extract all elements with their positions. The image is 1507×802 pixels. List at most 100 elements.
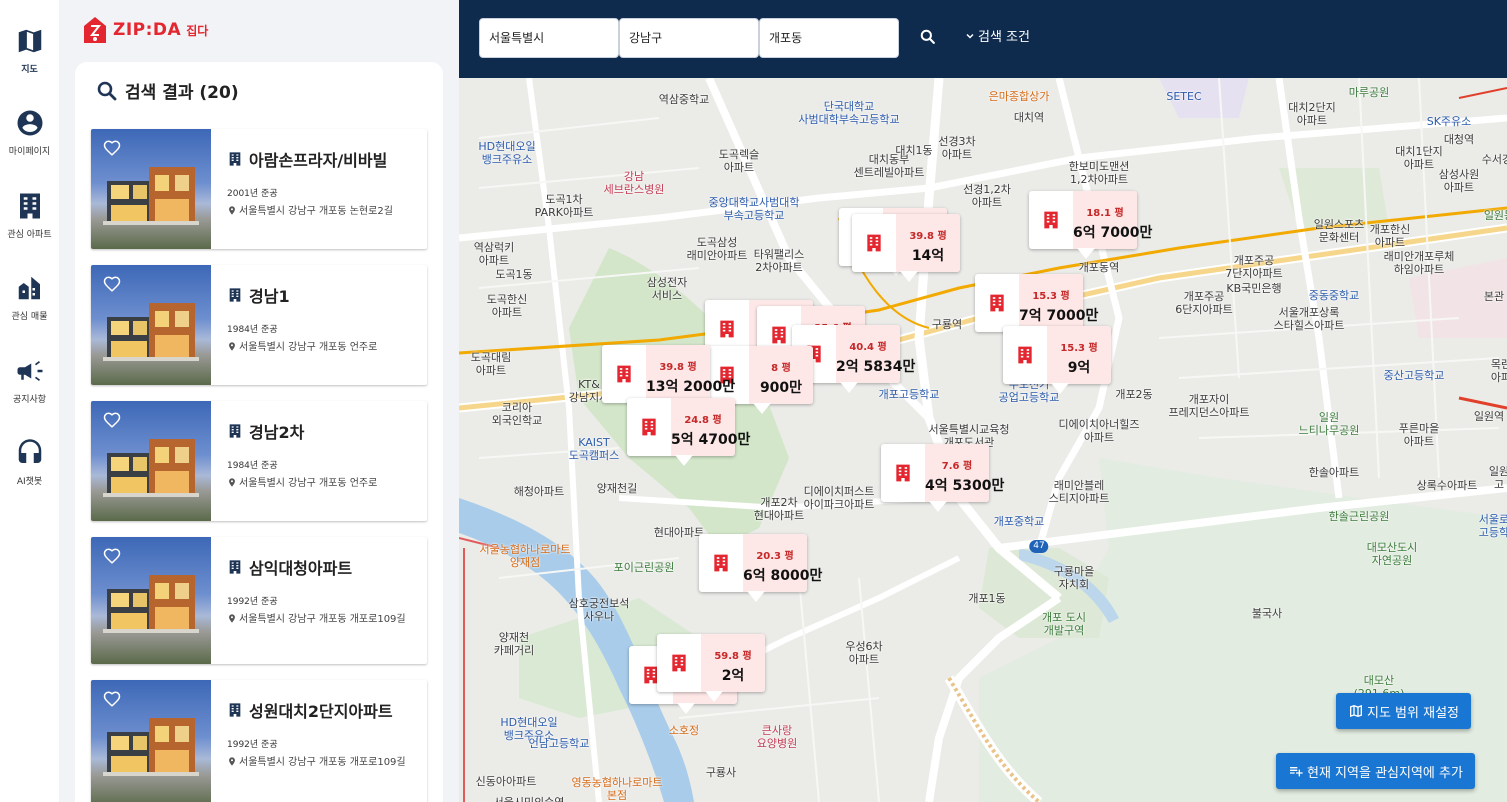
map-place-label[interactable]: 도곡1동 <box>495 268 532 281</box>
map-place-label[interactable]: 서울로봇 고등학교 <box>1479 513 1507 539</box>
nav-interest-apartments[interactable]: 관심 아파트 <box>0 191 59 240</box>
price-marker[interactable]: 15.3 평 7억 7000만 <box>975 274 1098 342</box>
map-place-label[interactable]: 목련 아파 <box>1491 358 1507 384</box>
heart-icon[interactable] <box>103 547 121 565</box>
add-interest-area-button[interactable]: 현재 지역을 관심지역에 추가 <box>1276 753 1475 789</box>
heart-icon[interactable] <box>103 275 121 293</box>
nav-interest-listings[interactable]: 관심 매물 <box>0 273 59 322</box>
map-place-label[interactable]: 대치2단지 아파트 <box>1288 101 1335 127</box>
map-place-label[interactable]: 개포고등학교 <box>879 388 940 401</box>
map-place-label[interactable]: 구룡마을 자치회 <box>1054 565 1094 591</box>
search-button[interactable] <box>918 27 938 47</box>
nav-map[interactable]: 지도 <box>0 26 59 75</box>
map-place-label[interactable]: 선경3차 아파트 <box>938 135 975 161</box>
map-place-label[interactable]: 한보미도맨션 1,2차아파트 <box>1069 160 1130 186</box>
map-place-label[interactable]: 개포자이 프레지던스아파트 <box>1169 393 1250 419</box>
map-place-label[interactable]: 개포한신 아파트 <box>1370 223 1410 249</box>
district-select[interactable]: 강남구 <box>619 18 759 58</box>
logo[interactable]: ZIP:DA 집다 <box>83 16 208 44</box>
map-place-label[interactable]: 선경1,2차 아파트 <box>963 183 1011 209</box>
list-item[interactable]: 경남1 1984년 준공 서울특별시 강남구 개포동 언주로 <box>91 265 427 385</box>
map-place-label[interactable]: 강남 세브란스병원 <box>604 170 665 196</box>
map-place-label[interactable]: 한솔아파트 <box>1309 466 1360 479</box>
price-marker[interactable]: 59.8 평 2억 <box>657 634 765 702</box>
map-place-label[interactable]: 대치1단지 아파트 <box>1395 145 1442 171</box>
map-place-label[interactable]: 개포1동 <box>968 592 1005 605</box>
map-place-label[interactable]: 구룡사 <box>706 766 736 779</box>
map-place-label[interactable]: 개포주공 6단지아파트 <box>1175 290 1233 316</box>
nav-notice[interactable]: 공지사항 <box>0 356 59 405</box>
price-marker[interactable]: 18.1 평 6억 7000만 <box>1029 191 1152 259</box>
price-marker[interactable]: 39.8 평 13억 2000만 <box>602 345 735 413</box>
map-place-label[interactable]: 대모산도시 자연공원 <box>1367 541 1418 567</box>
map-place-label[interactable]: 대치역 <box>1014 111 1044 124</box>
map-place-label[interactable]: 역삼럭키 아파트 <box>474 241 514 267</box>
heart-icon[interactable] <box>103 411 121 429</box>
list-item[interactable]: 경남2차 1984년 준공 서울특별시 강남구 개포동 언주로 <box>91 401 427 521</box>
map-place-label[interactable]: 일원역 <box>1474 410 1504 423</box>
map-place-label[interactable]: 개포 도시 개발구역 <box>1042 611 1086 637</box>
list-item[interactable]: 삼익대청아파트 1992년 준공 서울특별시 강남구 개포동 개포로109길 <box>91 537 427 664</box>
map-place-label[interactable]: 우성6차 아파트 <box>845 640 882 666</box>
nav-mypage[interactable]: 마이페이지 <box>0 108 59 157</box>
map-place-label[interactable]: 도곡1차 PARK아파트 <box>535 193 594 219</box>
map-place-label[interactable]: 양재천길 <box>597 482 637 495</box>
map-place-label[interactable]: 일원 느티나무공원 <box>1299 411 1360 437</box>
map-place-label[interactable]: 은마종합상가 <box>989 90 1050 103</box>
map-place-label[interactable]: 대치1동 <box>895 144 932 157</box>
dong-select[interactable]: 개포동 <box>759 18 899 58</box>
map-place-label[interactable]: 영동농협하나로마트 본점 <box>571 776 662 802</box>
map-place-label[interactable]: SETEC <box>1166 90 1201 103</box>
map[interactable]: 역삼중학교단국대학교 사범대학부속고등학교 은마종합상가대치역 SETEC 대치2단지… <box>459 78 1507 802</box>
map-place-label[interactable]: 도곡렉슬 아파트 <box>719 148 759 174</box>
map-place-label[interactable]: 대청역 <box>1444 133 1474 146</box>
map-place-label[interactable]: 마루공원 <box>1349 86 1389 99</box>
map-place-label[interactable]: 디에이치퍼스트 아이파크아파트 <box>804 485 875 511</box>
map-place-label[interactable]: 삼성사원 아파트 <box>1439 168 1479 194</box>
map-place-label[interactable]: 단국대학교 사범대학부속고등학교 <box>798 100 899 126</box>
map-place-label[interactable]: 현대아파트 <box>654 526 705 539</box>
map-place-label[interactable]: 개포2동 <box>1115 388 1152 401</box>
reset-map-range-button[interactable]: 지도 범위 재설정 <box>1336 693 1471 729</box>
map-place-label[interactable]: 수서경찰서 <box>1482 153 1507 166</box>
map-place-label[interactable]: 포이근린공원 <box>614 561 675 574</box>
map-place-label[interactable]: 47 <box>1029 540 1049 553</box>
price-marker[interactable]: 15.3 평 9억 <box>1003 326 1111 394</box>
heart-icon[interactable] <box>103 690 121 708</box>
city-select[interactable]: 서울특별시 <box>479 18 619 58</box>
price-marker[interactable]: 20.3 평 6억 8000만 <box>699 534 822 602</box>
map-place-label[interactable]: KAIST 도곡캠퍼스 <box>569 436 620 462</box>
map-place-label[interactable]: 중동중학교 <box>1309 289 1360 302</box>
map-place-label[interactable]: 푸른마을 아파트 <box>1399 422 1439 448</box>
map-place-label[interactable]: 일원 고 <box>1489 465 1507 491</box>
map-place-label[interactable]: 개포동역 <box>1079 261 1119 274</box>
map-place-label[interactable]: 삼호궁전보석 사우나 <box>569 597 630 623</box>
map-place-label[interactable]: 일원스포츠 문화센터 <box>1314 218 1365 244</box>
map-place-label[interactable]: 서울농협하나로마트 양재점 <box>479 543 570 569</box>
map-place-label[interactable]: 중산고등학교 <box>1384 369 1445 382</box>
map-place-label[interactable]: 중앙대학교사범대학 부속고등학교 <box>708 196 799 222</box>
search-condition-toggle[interactable]: 검색 조건 <box>964 26 1030 45</box>
heart-icon[interactable] <box>103 139 121 157</box>
map-place-label[interactable]: 큰사랑 요양병원 <box>757 724 797 750</box>
map-place-label[interactable]: 디에이치아너힐즈 아파트 <box>1059 418 1140 444</box>
price-marker[interactable]: 39.8 평 14억 <box>852 214 960 282</box>
price-marker[interactable]: 24.8 평 5억 4700만 <box>627 398 750 466</box>
map-place-label[interactable]: 역삼중학교 <box>659 93 710 106</box>
map-place-label[interactable]: 도곡대림 아파트 <box>471 351 511 377</box>
map-place-label[interactable]: 언남고등학교 <box>529 737 590 750</box>
map-place-label[interactable]: SK주유소 <box>1427 115 1472 128</box>
map-place-label[interactable]: 구룡역 <box>932 318 962 331</box>
price-marker[interactable]: 8 평 900만 <box>705 346 813 414</box>
map-place-label[interactable]: 해청아파트 <box>514 485 565 498</box>
map-place-label[interactable]: 서울개포상록 스타힐스아파트 <box>1274 306 1345 332</box>
map-place-label[interactable]: 상록수아파트 <box>1417 479 1478 492</box>
map-place-label[interactable]: 개포중학교 <box>994 515 1045 528</box>
map-place-label[interactable]: 일원동 <box>1484 209 1507 222</box>
nav-ai-chatbot[interactable]: AI챗봇 <box>0 438 59 487</box>
map-place-label[interactable]: 삼성전자 서비스 <box>647 276 687 302</box>
map-place-label[interactable]: 한솔근린공원 <box>1329 510 1390 523</box>
map-place-label[interactable]: 양재천 카페거리 <box>494 631 534 657</box>
list-item[interactable]: 아람손프라자/비바빌 2001년 준공 서울특별시 강남구 개포동 논현로2길 <box>91 129 427 249</box>
map-place-label[interactable]: 도곡삼성 래미안아파트 <box>687 236 748 262</box>
